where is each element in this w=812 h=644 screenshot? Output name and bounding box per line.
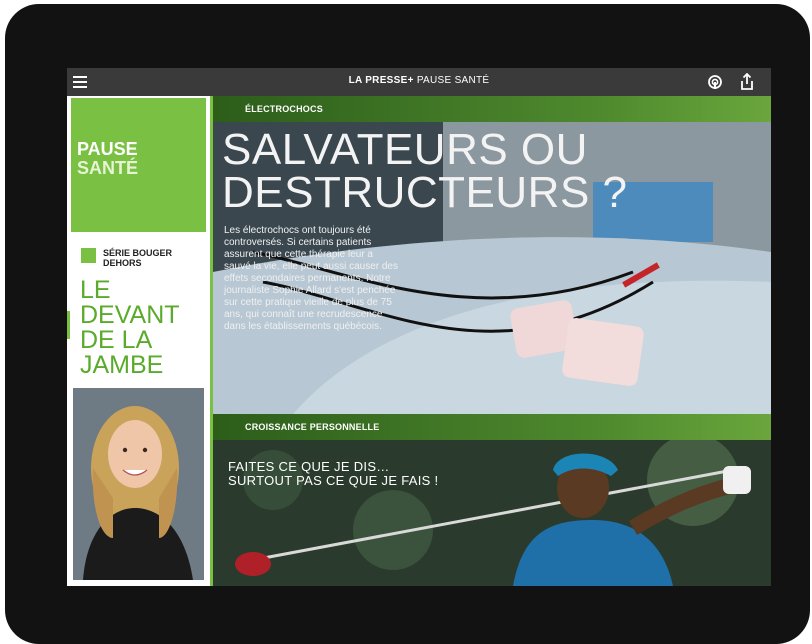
app-screen: LA PRESSE+ PAUSE SANTÉ PAUSE SANTÉ SÉRIE… — [67, 68, 771, 586]
main-content: ÉLECTROCHOCS SALVATEURS OU DESTRUCTEURS … — [210, 96, 771, 586]
author-portrait[interactable] — [71, 386, 206, 582]
category-label-2: CROISSANCE PERSONNELLE — [245, 422, 380, 432]
sidebar: PAUSE SANTÉ SÉRIE BOUGER DEHORS LE DEVAN… — [67, 96, 210, 586]
section-title-line1: PAUSE — [77, 139, 138, 159]
story-headline-2: FAITES CE QUE JE DIS… SURTOUT PAS CE QUE… — [228, 460, 488, 488]
story-card-croissance[interactable]: FAITES CE QUE JE DIS… SURTOUT PAS CE QUE… — [213, 440, 771, 586]
category-bar[interactable]: ÉLECTROCHOCS — [213, 96, 771, 122]
section-title: PAUSE SANTÉ — [77, 140, 138, 178]
brand-title: LA PRESSE+ PAUSE SANTÉ — [67, 75, 771, 86]
share-icon[interactable] — [739, 73, 755, 91]
brand-name: LA PRESSE — [348, 75, 408, 86]
top-bar: LA PRESSE+ PAUSE SANTÉ — [67, 68, 771, 96]
story-headline-2-line1: FAITES CE QUE JE DIS… — [228, 459, 390, 474]
section-tile[interactable]: PAUSE SANTÉ — [71, 98, 206, 232]
brand-section: PAUSE SANTÉ — [416, 75, 490, 86]
brand-plus: + — [407, 75, 414, 86]
side-accent-bar — [67, 311, 70, 339]
series-color-square — [81, 248, 96, 263]
sidebar-article-title[interactable]: LE DEVANT DE LA JAMBE — [80, 278, 208, 378]
story-headline: SALVATEURS OU DESTRUCTEURS ? — [222, 125, 628, 217]
story-card-electrochocs[interactable]: SALVATEURS OU DESTRUCTEURS ? Les électro… — [213, 122, 771, 414]
story-excerpt: Les électrochocs ont toujours été contro… — [224, 225, 398, 332]
section-title-line2: SANTÉ — [77, 158, 139, 178]
portrait-illustration — [73, 388, 204, 580]
category-label: ÉLECTROCHOCS — [245, 104, 323, 114]
tablet-frame: LA PRESSE+ PAUSE SANTÉ PAUSE SANTÉ SÉRIE… — [5, 4, 810, 644]
category-bar-2[interactable]: CROISSANCE PERSONNELLE — [213, 414, 771, 440]
podcast-icon[interactable] — [707, 74, 723, 90]
series-label: SÉRIE BOUGER DEHORS — [103, 248, 173, 268]
story-headline-2-line2: SURTOUT PAS CE QUE JE FAIS ! — [228, 473, 439, 488]
